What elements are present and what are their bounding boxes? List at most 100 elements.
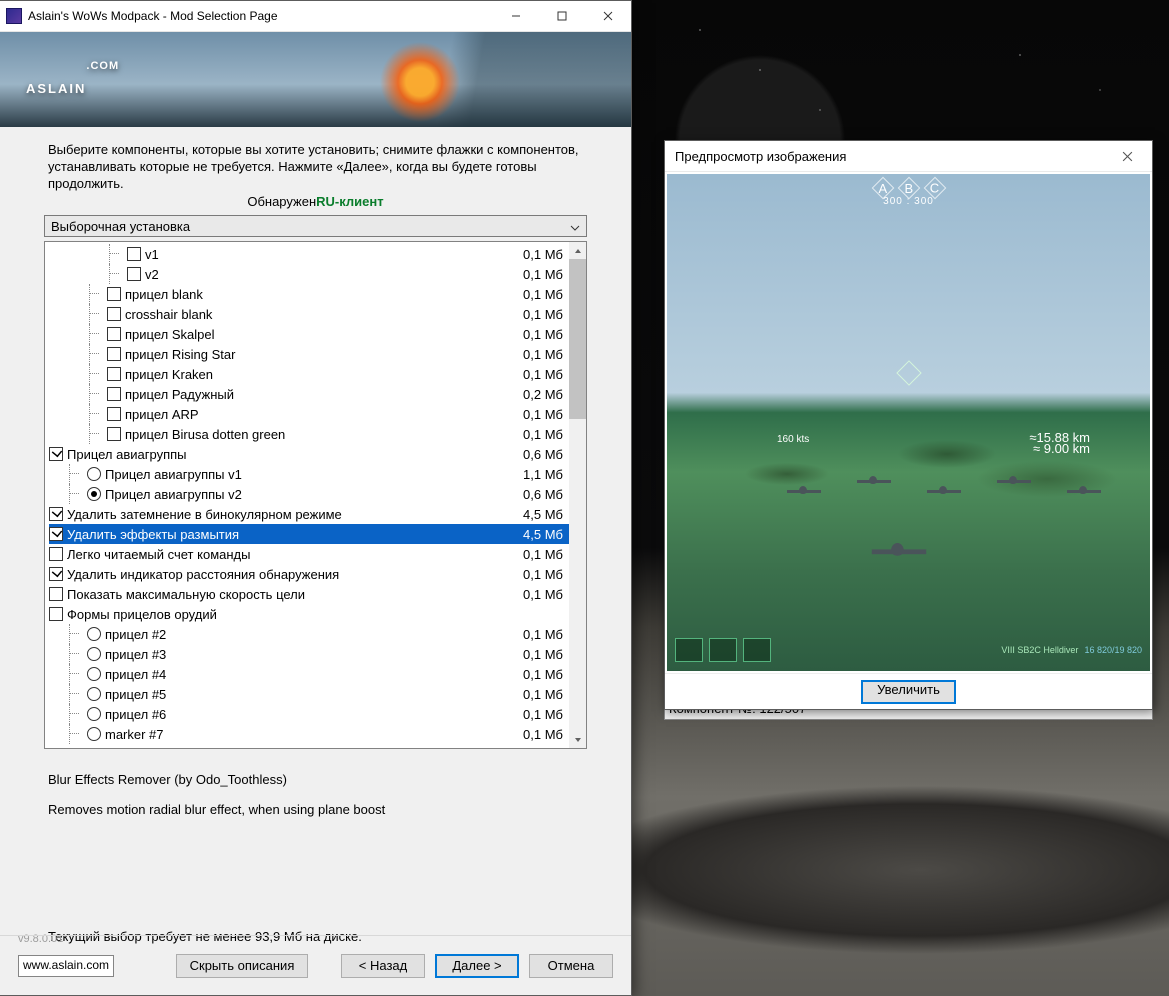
- tree-item-size: 0,1 Мб: [523, 587, 569, 602]
- tree-item[interactable]: прицел #30,1 Мб: [49, 644, 569, 664]
- checkbox-icon[interactable]: [49, 507, 63, 521]
- zoom-button[interactable]: Увеличить: [861, 680, 956, 704]
- tree-item[interactable]: прицел #50,1 Мб: [49, 684, 569, 704]
- tree-item[interactable]: Показать максимальную скорость цели0,1 М…: [49, 584, 569, 604]
- tree-item[interactable]: Прицел авиагруппы v11,1 Мб: [49, 464, 569, 484]
- tree-item[interactable]: Прицел авиагруппы0,6 Мб: [49, 444, 569, 464]
- checkbox-icon[interactable]: [49, 567, 63, 581]
- checkbox-icon[interactable]: [49, 607, 63, 621]
- checkbox-icon[interactable]: [107, 287, 121, 301]
- tree-item-size: 0,1 Мб: [523, 367, 569, 382]
- preview-titlebar[interactable]: Предпросмотр изображения: [665, 141, 1152, 172]
- tree-item[interactable]: прицел Kraken0,1 Мб: [49, 364, 569, 384]
- tree-item-size: 0,1 Мб: [523, 347, 569, 362]
- tree-item[interactable]: прицел Rising Star0,1 Мб: [49, 344, 569, 364]
- tree-item[interactable]: прицел #40,1 Мб: [49, 664, 569, 684]
- radio-icon[interactable]: [87, 707, 101, 721]
- tree-item-size: 0,1 Мб: [523, 407, 569, 422]
- tree-item[interactable]: Формы прицелов орудий: [49, 604, 569, 624]
- scroll-thumb[interactable]: [569, 259, 586, 419]
- tree-item-size: 0,1 Мб: [523, 667, 569, 682]
- tree-item-size: 0,1 Мб: [523, 267, 569, 282]
- tree-connector: [69, 464, 87, 484]
- checkbox-icon[interactable]: [107, 347, 121, 361]
- minimize-button[interactable]: [493, 1, 539, 32]
- tree-connector: [89, 364, 107, 384]
- checkbox-icon[interactable]: [49, 447, 63, 461]
- scrollbar[interactable]: [569, 242, 586, 748]
- tree-connector: [89, 324, 107, 344]
- tree-item[interactable]: Удалить затемнение в бинокулярном режиме…: [49, 504, 569, 524]
- tree-item-size: 4,5 Мб: [523, 507, 569, 522]
- radio-icon[interactable]: [87, 687, 101, 701]
- radio-icon[interactable]: [87, 467, 101, 481]
- tree-item-size: 0,1 Мб: [523, 567, 569, 582]
- tree-item-label: marker #7: [105, 727, 164, 742]
- hud-speed: 160 kts: [777, 434, 809, 445]
- checkbox-icon[interactable]: [49, 587, 63, 601]
- checkbox-icon[interactable]: [107, 427, 121, 441]
- radio-icon[interactable]: [87, 727, 101, 741]
- close-button[interactable]: [585, 1, 631, 32]
- tree-item[interactable]: Удалить индикатор расстояния обнаружения…: [49, 564, 569, 584]
- radio-icon[interactable]: [87, 487, 101, 501]
- checkbox-icon[interactable]: [49, 527, 63, 541]
- tree-item[interactable]: crosshair blank 0,1 Мб: [49, 304, 569, 324]
- tree-item-label: Прицел авиагруппы v2: [105, 487, 242, 502]
- mod-description: Blur Effects Remover (by Odo_Toothless) …: [0, 749, 631, 819]
- back-button[interactable]: < Назад: [341, 954, 425, 978]
- banner: ASLAIN.COM: [0, 32, 631, 127]
- tree-item-size: 1,1 Мб: [523, 467, 569, 482]
- reticle-icon: [896, 360, 921, 385]
- checkbox-icon[interactable]: [49, 547, 63, 561]
- tree-item[interactable]: Прицел авиагруппы v20,6 Мб: [49, 484, 569, 504]
- tree-connector: [69, 644, 87, 664]
- checkbox-icon[interactable]: [107, 387, 121, 401]
- scroll-up-icon[interactable]: [569, 242, 586, 259]
- tree-item[interactable]: прицел Радужный 0,2 Мб: [49, 384, 569, 404]
- maximize-button[interactable]: [539, 1, 585, 32]
- install-type-combobox[interactable]: Выборочная установка: [44, 215, 587, 237]
- tree-item[interactable]: прицел ARP0,1 Мб: [49, 404, 569, 424]
- hud-distance: ≈15.88 km≈ 9.00 km: [1029, 432, 1090, 454]
- radio-icon[interactable]: [87, 647, 101, 661]
- scroll-down-icon[interactable]: [569, 731, 586, 748]
- checkbox-icon[interactable]: [127, 247, 141, 261]
- titlebar[interactable]: Aslain's WoWs Modpack - Mod Selection Pa…: [0, 1, 631, 32]
- tree-item-size: 0,1 Мб: [523, 307, 569, 322]
- tree-item-size: 0,2 Мб: [523, 387, 569, 402]
- tree-item-size: 0,1 Мб: [523, 287, 569, 302]
- radio-icon[interactable]: [87, 627, 101, 641]
- scroll-track[interactable]: [569, 259, 586, 731]
- combo-value: Выборочная установка: [51, 219, 190, 234]
- tree-item-label: v1: [145, 247, 159, 262]
- tree-item-size: 0,1 Мб: [523, 727, 569, 742]
- tree-item[interactable]: прицел blank0,1 Мб: [49, 284, 569, 304]
- tree-item[interactable]: marker #7 0,1 Мб: [49, 724, 569, 744]
- tree-item[interactable]: v20,1 Мб: [49, 264, 569, 284]
- next-button[interactable]: Далее >: [435, 954, 519, 978]
- tree-item-size: 0,1 Мб: [523, 327, 569, 342]
- radio-icon[interactable]: [87, 667, 101, 681]
- tree-item[interactable]: прицел Skalpel0,1 Мб: [49, 324, 569, 344]
- tree-item[interactable]: прицел Birusa dotten green0,1 Мб: [49, 424, 569, 444]
- checkbox-icon[interactable]: [107, 407, 121, 421]
- tree-item[interactable]: Легко читаемый счет команды0,1 Мб: [49, 544, 569, 564]
- tree-item[interactable]: прицел #60,1 Мб: [49, 704, 569, 724]
- cancel-button[interactable]: Отмена: [529, 954, 613, 978]
- checkbox-icon[interactable]: [107, 367, 121, 381]
- tree-item-size: 0,1 Мб: [523, 627, 569, 642]
- tree-item[interactable]: прицел #20,1 Мб: [49, 624, 569, 644]
- preview-close-button[interactable]: [1112, 141, 1142, 171]
- mod-tree-list[interactable]: v10,1 Мбv20,1 Мбприцел blank0,1 Мбcrossh…: [45, 242, 569, 746]
- tree-item-label: прицел Радужный: [125, 387, 234, 402]
- checkbox-icon[interactable]: [127, 267, 141, 281]
- checkbox-icon[interactable]: [107, 307, 121, 321]
- plane-icon: [857, 474, 891, 488]
- tree-item-label: Формы прицелов орудий: [67, 607, 217, 622]
- hide-descriptions-button[interactable]: Скрыть описания: [176, 954, 308, 978]
- checkbox-icon[interactable]: [107, 327, 121, 341]
- tree-item[interactable]: Удалить эффекты размытия4,5 Мб: [49, 524, 569, 544]
- tree-item-label: crosshair blank: [125, 307, 212, 322]
- tree-item[interactable]: v10,1 Мб: [49, 244, 569, 264]
